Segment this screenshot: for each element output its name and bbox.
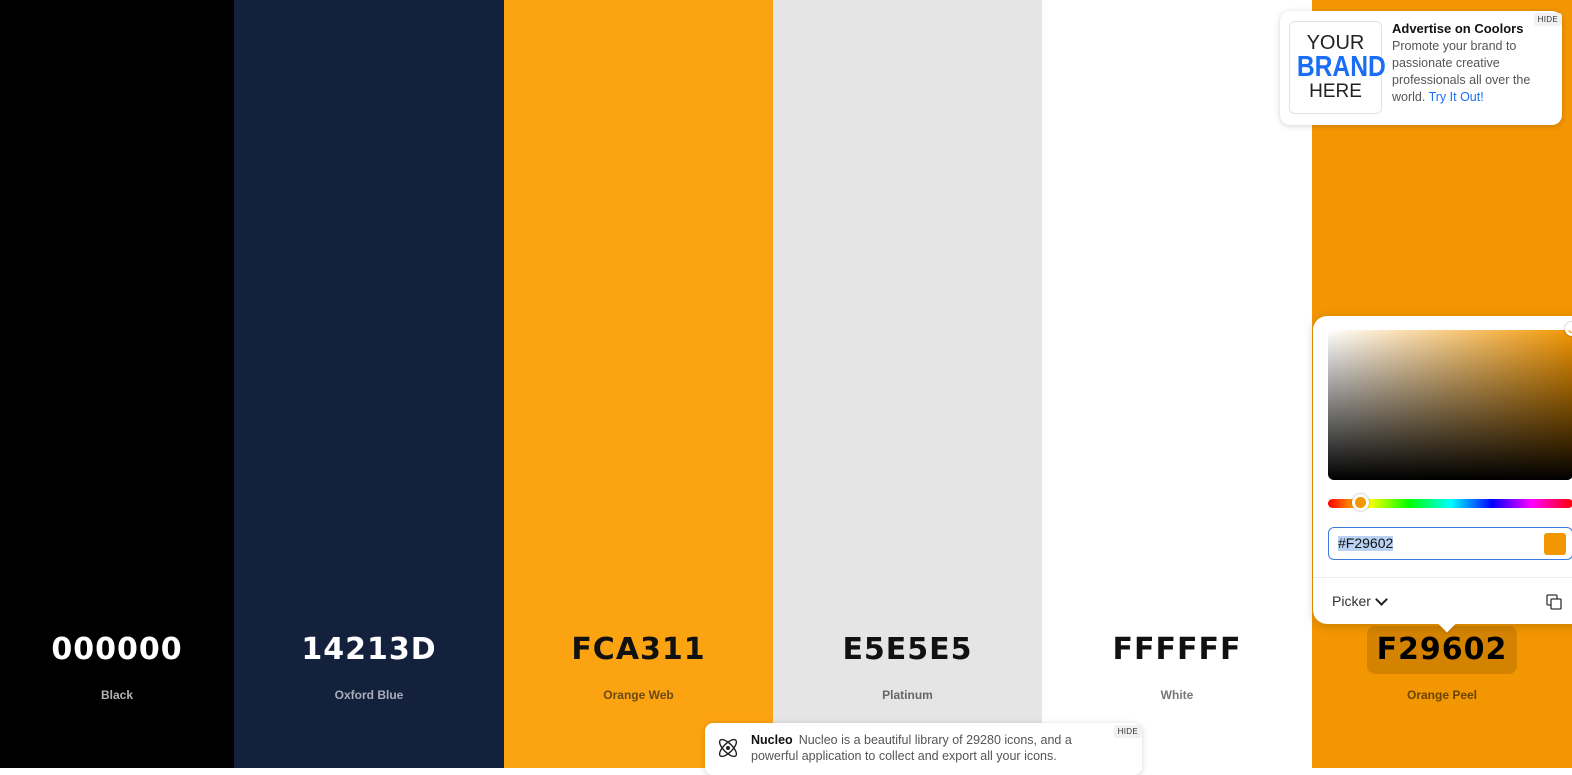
nucleo-logo-icon xyxy=(718,738,738,758)
ad-logo-line2: BRAND xyxy=(1296,51,1386,83)
nucleo-desc: Nucleo is a beautiful library of 29280 i… xyxy=(751,733,1072,763)
swatch-hex[interactable]: FFFFFF xyxy=(1042,630,1312,670)
picker-divider xyxy=(1313,577,1572,578)
picker-mode-dropdown[interactable]: Picker xyxy=(1332,592,1388,609)
swatch-black[interactable]: 000000 Black xyxy=(0,0,234,768)
ad-card[interactable]: YOUR BRAND HERE Advertise on Coolors Pro… xyxy=(1280,11,1562,125)
copy-icon[interactable] xyxy=(1546,594,1562,610)
swatch-oxford-blue[interactable]: 14213D Oxford Blue xyxy=(234,0,504,768)
swatch-white[interactable]: FFFFFF White xyxy=(1042,0,1312,768)
sv-handle[interactable] xyxy=(1565,322,1572,336)
swatch-hex-selected[interactable]: F29602 xyxy=(1366,626,1518,674)
swatch-name[interactable]: White xyxy=(1042,688,1312,702)
swatch-platinum[interactable]: E5E5E5 Platinum xyxy=(773,0,1042,768)
ad-hide-button[interactable]: HIDE xyxy=(1533,13,1562,26)
ad-description: Promote your brand to passionate creativ… xyxy=(1392,38,1552,106)
swatch-hex[interactable]: 14213D xyxy=(234,630,504,670)
ad-logo-line3: HERE xyxy=(1309,81,1362,102)
hue-slider[interactable] xyxy=(1328,494,1572,511)
swatch-hex[interactable]: 000000 xyxy=(0,630,234,670)
color-picker-panel: #F29602 Picker xyxy=(1313,316,1572,633)
swatch-orange-web[interactable]: FCA311 Orange Web xyxy=(504,0,773,768)
hex-input-value[interactable]: #F29602 xyxy=(1338,536,1394,551)
nucleo-title: Nucleo xyxy=(751,733,793,747)
swatch-hex-wrap: F29602 xyxy=(1312,626,1572,674)
swatch-name[interactable]: Orange Peel xyxy=(1312,688,1572,702)
chevron-down-icon xyxy=(1375,592,1388,606)
nucleo-text: Nucleo Nucleo is a beautiful library of 2… xyxy=(751,732,1096,764)
ad-title[interactable]: Advertise on Coolors xyxy=(1392,21,1523,36)
ad-brand-logo[interactable]: YOUR BRAND HERE xyxy=(1289,21,1386,114)
nucleo-hide-button[interactable]: HIDE xyxy=(1113,725,1142,738)
ad-link[interactable]: Try It Out! xyxy=(1429,90,1484,104)
ad-logo-line1: YOUR xyxy=(1306,32,1365,54)
swatch-name[interactable]: Oxford Blue xyxy=(234,688,504,702)
swatch-hex[interactable]: E5E5E5 xyxy=(773,630,1042,670)
hex-input[interactable]: #F29602 xyxy=(1328,527,1572,560)
current-color-chip xyxy=(1544,533,1566,555)
swatch-name[interactable]: Black xyxy=(0,688,234,702)
picker-mode-label: Picker xyxy=(1332,593,1371,609)
nucleo-ad[interactable]: Nucleo Nucleo is a beautiful library of 2… xyxy=(705,723,1142,775)
saturation-value-area[interactable] xyxy=(1328,322,1572,480)
hue-handle[interactable] xyxy=(1352,494,1369,511)
swatch-name[interactable]: Platinum xyxy=(773,688,1042,702)
swatch-name[interactable]: Orange Web xyxy=(504,688,773,702)
swatch-hex[interactable]: FCA311 xyxy=(504,630,773,670)
